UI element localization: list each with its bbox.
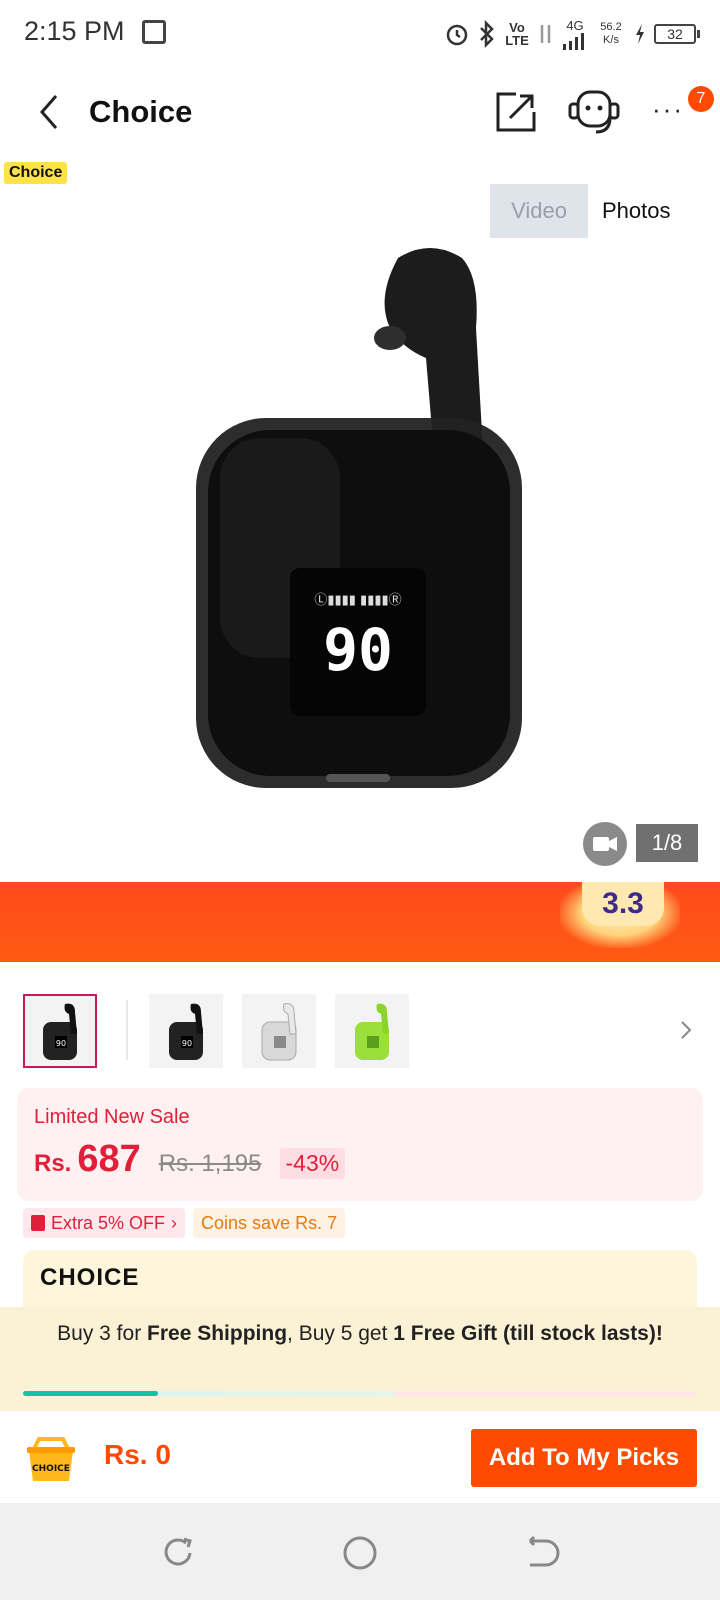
extra-off-coupon[interactable]: Extra 5% OFF ›: [23, 1208, 186, 1238]
thumbnail-divider: [126, 1000, 128, 1060]
choice-cart-icon[interactable]: CHOICE: [23, 1431, 79, 1485]
coupon-icon: [31, 1215, 45, 1231]
promo-banner[interactable]: 3.3: [0, 882, 720, 962]
thumbnail-green[interactable]: [335, 994, 409, 1068]
choice-tag: Choice: [4, 162, 68, 184]
system-navigation-bar: [0, 1503, 720, 1600]
back-nav-icon[interactable]: [520, 1533, 560, 1573]
sale-label: Limited New Sale: [34, 1106, 190, 1128]
coins-coupon[interactable]: Coins save Rs. 7: [193, 1208, 346, 1238]
bottom-action-bar: CHOICE Rs. 0 Add To My Picks: [0, 1411, 720, 1503]
charging-icon: [636, 24, 644, 44]
add-to-picks-button[interactable]: Add To My Picks: [471, 1429, 697, 1487]
shipping-progress-fill: [23, 1391, 158, 1396]
status-bar: 2:15 PM Vo LTE 4G 56.2 K/s 32: [0, 0, 720, 66]
chevron-right-small-icon: ›: [171, 1213, 178, 1233]
customer-service-icon[interactable]: [566, 88, 622, 136]
price-card: Limited New Sale Rs. 687 Rs. 1,195 -43%: [17, 1088, 703, 1201]
network-label: 4G: [566, 17, 584, 33]
thumbnail-black-selected[interactable]: 90: [23, 994, 97, 1068]
thumbnail-white[interactable]: [242, 994, 316, 1068]
shipping-text: Buy 3 for Free Shipping, Buy 5 get 1 Fre…: [40, 1321, 680, 1346]
extra-off-label: Extra 5% OFF: [51, 1213, 166, 1233]
back-arrow-icon[interactable]: [30, 90, 70, 134]
shipping-text-b: Free Shipping: [147, 1322, 288, 1345]
price-currency: Rs.: [34, 1150, 72, 1177]
shipping-promo-bar: Buy 3 for Free Shipping, Buy 5 get 1 Fre…: [0, 1307, 720, 1411]
alarm-icon: [446, 24, 468, 46]
share-icon[interactable]: [494, 90, 538, 134]
home-icon[interactable]: [340, 1533, 380, 1573]
status-icons: Vo LTE 4G 56.2 K/s 32: [444, 14, 700, 54]
data-arrows-icon: [540, 25, 551, 43]
shipping-text-d: 1 Free Gift (till stock lasts)!: [393, 1322, 663, 1345]
discount-badge: -43%: [279, 1148, 346, 1179]
shipping-text-c: , Buy 5 get: [287, 1322, 394, 1345]
chevron-right-icon[interactable]: [676, 1016, 696, 1044]
tab-photos[interactable]: Photos: [588, 184, 685, 238]
shipping-progress-track: [23, 1391, 697, 1396]
page-title: Choice: [89, 94, 193, 129]
svg-text:90: 90: [323, 616, 393, 684]
thumbnail-black[interactable]: 90: [149, 994, 223, 1068]
coupon-row: Extra 5% OFF › Coins save Rs. 7: [23, 1208, 346, 1238]
app-notification-icon: [142, 20, 166, 44]
cart-icon-label: CHOICE: [32, 1464, 70, 1474]
notification-badge: 7: [688, 86, 714, 112]
product-gallery[interactable]: Choice Video Photos Ⓛ▮▮▮▮ ▮▮▮▮Ⓡ 90 1/8: [0, 158, 720, 882]
current-price: Rs. 687: [34, 1138, 141, 1181]
volte-label: Vo LTE: [505, 20, 529, 48]
shipping-text-a: Buy 3 for: [57, 1322, 148, 1345]
original-price: Rs. 1,195: [158, 1150, 262, 1177]
signal-group: 4G: [562, 19, 588, 50]
more-options-button[interactable]: ···: [652, 96, 692, 124]
choice-card[interactable]: CHOICE: [23, 1250, 697, 1310]
image-counter: 1/8: [636, 824, 698, 862]
bluetooth-icon: [480, 20, 494, 48]
status-time: 2:15 PM: [24, 16, 125, 46]
signal-icon: [563, 32, 584, 50]
svg-text:90: 90: [182, 1039, 192, 1048]
video-play-icon[interactable]: [583, 822, 627, 866]
cart-total: Rs. 0: [104, 1439, 171, 1470]
choice-logo: CHOICE: [40, 1264, 140, 1291]
price-row: Rs. 687 Rs. 1,195 -43%: [34, 1138, 346, 1181]
recent-apps-icon[interactable]: [158, 1533, 198, 1573]
promo-badge: 3.3: [582, 882, 664, 926]
speed-label: 56.2 K/s: [600, 21, 622, 46]
svg-text:90: 90: [56, 1039, 66, 1048]
top-app-bar: Choice ··· 7: [0, 70, 720, 154]
battery-indicator: 32: [654, 24, 700, 44]
svg-text:Ⓛ▮▮▮▮ ▮▮▮▮Ⓡ: Ⓛ▮▮▮▮ ▮▮▮▮Ⓡ: [314, 593, 401, 608]
price-value: 687: [77, 1138, 141, 1180]
product-image: Ⓛ▮▮▮▮ ▮▮▮▮Ⓡ 90: [196, 248, 522, 788]
thumbnail-strip: 90 90: [0, 990, 720, 1070]
